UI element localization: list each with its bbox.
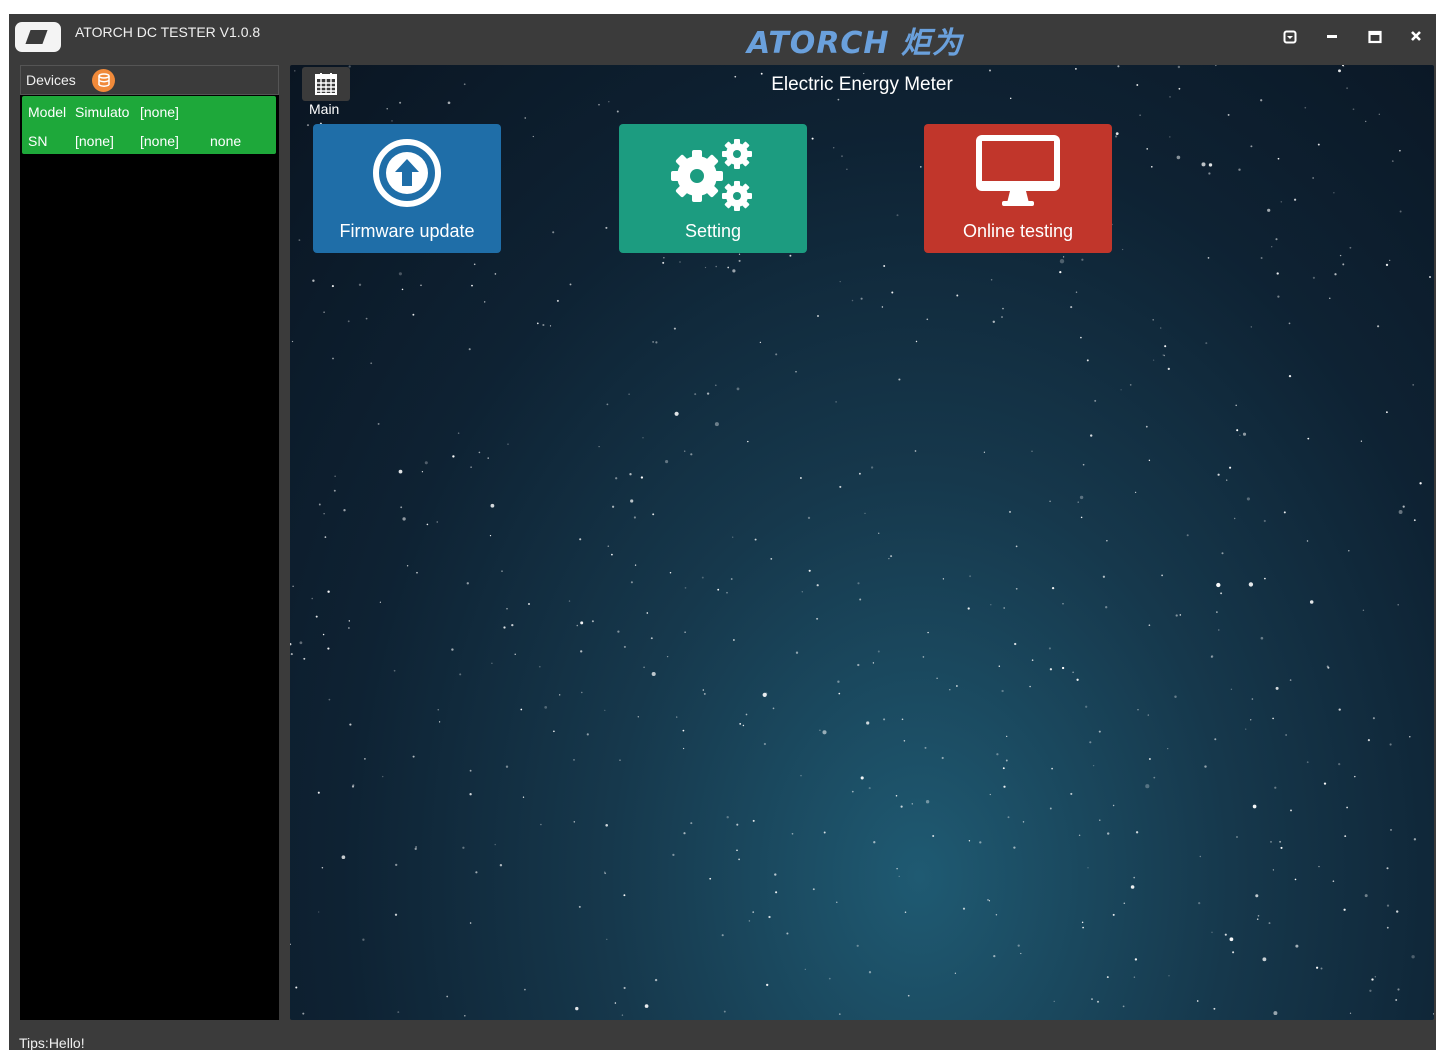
devices-panel: Devices Model Simulato [none] SN [none] … (20, 65, 279, 1020)
devices-refresh-button[interactable] (92, 69, 115, 92)
close-icon (1411, 31, 1421, 41)
upload-circle-icon (373, 139, 441, 207)
gears-icon (671, 139, 752, 211)
main-area: Main Electric Energy Meter Firmware upda… (290, 65, 1434, 1020)
brand-logo: ATORCH 炬为 (747, 26, 963, 61)
status-bar: Tips:Hello! (9, 1020, 1436, 1050)
dropdown-box-icon (1283, 30, 1297, 44)
setting-button[interactable]: Setting (619, 124, 807, 253)
maximize-button[interactable] (1364, 26, 1386, 48)
firmware-update-button[interactable]: Firmware update (313, 124, 501, 253)
device-status: none (210, 133, 242, 149)
database-icon (97, 73, 110, 87)
page-title: Electric Energy Meter (771, 74, 953, 95)
monitor-icon (976, 135, 1060, 206)
dropdown-menu-button[interactable] (1279, 26, 1301, 48)
devices-label: Devices (26, 72, 76, 88)
title-bar: ATORCH DC TESTER V1.0.8 ATORCH 炬为 (9, 14, 1436, 64)
status-tips: Tips:Hello! (19, 1035, 85, 1050)
device-model-value: Simulato (75, 104, 130, 120)
close-button[interactable] (1405, 26, 1427, 48)
online-testing-label: Online testing (962, 221, 1074, 241)
device-model-label: Model (28, 104, 67, 120)
minimize-button[interactable] (1321, 26, 1343, 48)
minimize-icon (1327, 35, 1337, 38)
device-sn-value: [none] (75, 133, 114, 149)
setting-label: Setting (684, 221, 742, 241)
firmware-update-label: Firmware update (339, 221, 475, 241)
devices-header: Devices (20, 65, 279, 95)
online-testing-button[interactable]: Online testing (924, 124, 1112, 253)
device-list-item[interactable]: Model Simulato [none] SN [none] [none] n… (22, 96, 276, 154)
app-logo-icon (15, 22, 61, 52)
device-sn-extra: [none] (140, 133, 179, 149)
main-nav-label: Main (309, 101, 340, 117)
window-title: ATORCH DC TESTER V1.0.8 (75, 24, 261, 40)
device-model-extra: [none] (140, 104, 179, 120)
app-window: ATORCH DC TESTER V1.0.8 ATORCH 炬为 Device… (9, 14, 1436, 1050)
device-sn-label: SN (28, 133, 48, 149)
maximize-icon (1368, 30, 1382, 44)
